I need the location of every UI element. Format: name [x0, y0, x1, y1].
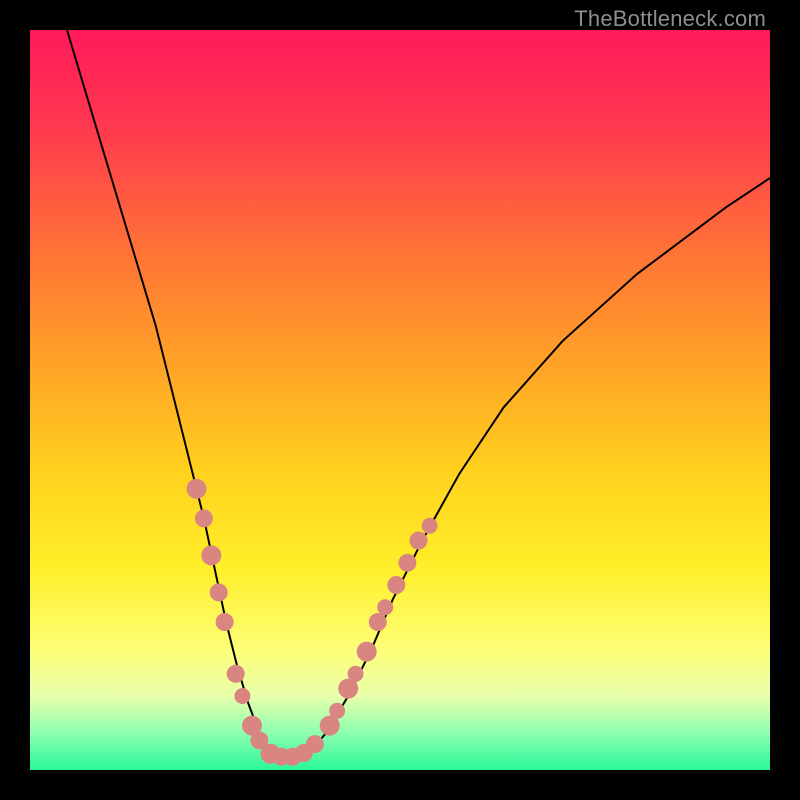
chart-frame: TheBottleneck.com [0, 0, 800, 800]
highlight-dots-group [187, 479, 438, 766]
highlight-dot [201, 545, 221, 565]
highlight-dot [422, 518, 438, 534]
highlight-dot [398, 554, 416, 572]
highlight-dot [348, 666, 364, 682]
highlight-dot [234, 688, 250, 704]
highlight-dot [369, 613, 387, 631]
plot-area [30, 30, 770, 770]
highlight-dot [410, 532, 428, 550]
highlight-dot [357, 642, 377, 662]
highlight-dot [377, 599, 393, 615]
highlight-dot [187, 479, 207, 499]
highlight-dot [329, 703, 345, 719]
highlight-dot [210, 583, 228, 601]
bottleneck-curve [67, 30, 770, 757]
watermark-text: TheBottleneck.com [574, 6, 766, 32]
chart-svg [30, 30, 770, 770]
highlight-dot [387, 576, 405, 594]
highlight-dot [306, 735, 324, 753]
highlight-dot [227, 665, 245, 683]
highlight-dot [195, 509, 213, 527]
highlight-dot [216, 613, 234, 631]
